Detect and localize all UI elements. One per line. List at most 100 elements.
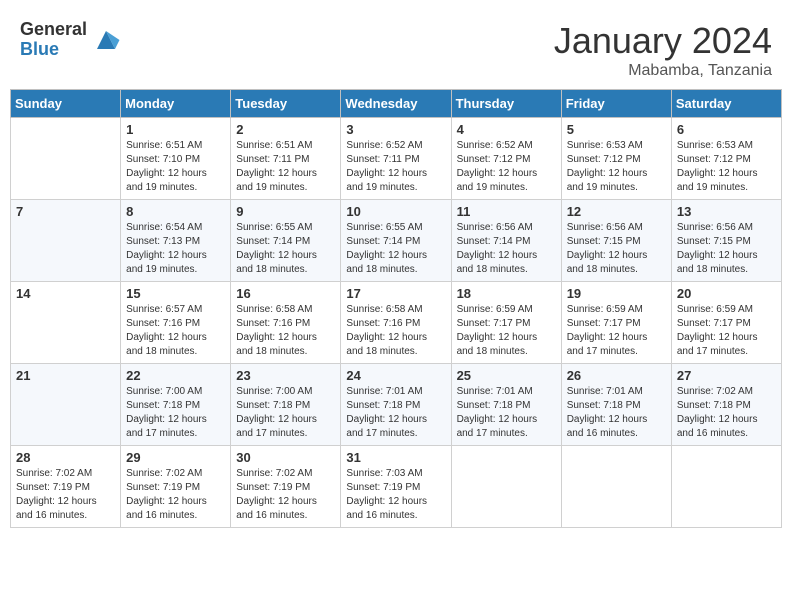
day-number: 24 [346,368,445,383]
calendar-day-cell: 20 Sunrise: 6:59 AMSunset: 7:17 PMDayligh… [671,282,781,364]
day-info: Sunrise: 6:55 AMSunset: 7:14 PMDaylight:… [236,221,335,277]
day-number: 26 [567,368,666,383]
month-title: January 2024 [554,20,772,62]
day-info: Sunrise: 6:56 AMSunset: 7:14 PMDaylight:… [457,221,556,277]
day-number: 30 [236,450,335,465]
day-of-week-header: Monday [121,90,231,118]
day-info: Sunrise: 6:51 AMSunset: 7:11 PMDaylight:… [236,139,335,195]
calendar-day-cell: 8Sunrise: 6:54 AMSunset: 7:13 PMDaylight… [121,200,231,282]
day-info: Sunrise: 7:01 AMSunset: 7:18 PMDaylight:… [457,385,556,441]
calendar-day-cell: 3 Sunrise: 6:52 AMSunset: 7:11 PMDaylight… [341,118,451,200]
day-number: 29 [126,450,225,465]
day-number: 31 [346,450,445,465]
calendar-week-row: 14 15 Sunrise: 6:57 AMSunset: 7:16 PMDayli… [11,282,782,364]
day-info: Sunrise: 7:01 AMSunset: 7:18 PMDaylight:… [567,385,666,441]
calendar-day-cell: 13 Sunrise: 6:56 AMSunset: 7:15 PMDayligh… [671,200,781,282]
day-info: Sunrise: 6:51 AMSunset: 7:10 PMDaylight:… [126,139,225,195]
day-info: Sunrise: 6:52 AMSunset: 7:11 PMDaylight:… [346,139,445,195]
calendar-day-cell: 1 Sunrise: 6:51 AMSunset: 7:10 PMDaylight… [121,118,231,200]
calendar-day-cell: 17 Sunrise: 6:58 AMSunset: 7:16 PMDayligh… [341,282,451,364]
calendar-day-cell: 10 Sunrise: 6:55 AMSunset: 7:14 PMDayligh… [341,200,451,282]
day-info: Sunrise: 6:56 AMSunset: 7:15 PMDaylight:… [567,221,666,277]
day-number: 20 [677,286,776,301]
day-number: 22 [126,368,225,383]
calendar-day-cell: 19 Sunrise: 6:59 AMSunset: 7:17 PMDayligh… [561,282,671,364]
calendar-day-cell: 27 Sunrise: 7:02 AMSunset: 7:18 PMDayligh… [671,364,781,446]
day-info: Sunrise: 7:02 AMSunset: 7:18 PMDaylight:… [677,385,776,441]
calendar-day-cell: 21 [11,364,121,446]
location-subtitle: Mabamba, Tanzania [554,62,772,80]
day-number: 1 [126,122,225,137]
day-number: 2 [236,122,335,137]
day-info: Sunrise: 7:01 AMSunset: 7:18 PMDaylight:… [346,385,445,441]
day-of-week-header: Friday [561,90,671,118]
calendar-day-cell [11,118,121,200]
calendar-day-cell: 16Sunrise: 6:58 AMSunset: 7:16 PMDayligh… [231,282,341,364]
calendar-day-cell: 25 Sunrise: 7:01 AMSunset: 7:18 PMDayligh… [451,364,561,446]
calendar-day-cell: 11 Sunrise: 6:56 AMSunset: 7:14 PMDayligh… [451,200,561,282]
day-info: Sunrise: 6:55 AMSunset: 7:14 PMDaylight:… [346,221,445,277]
day-number: 13 [677,204,776,219]
day-of-week-header: Saturday [671,90,781,118]
day-info: Sunrise: 6:58 AMSunset: 7:16 PMDaylight:… [346,303,445,359]
day-of-week-header: Wednesday [341,90,451,118]
day-info: Sunrise: 7:02 AMSunset: 7:19 PMDaylight:… [126,467,225,523]
day-info: Sunrise: 6:53 AMSunset: 7:12 PMDaylight:… [677,139,776,195]
day-number: 7 [16,204,115,219]
day-number: 19 [567,286,666,301]
calendar-week-row: 21 22 Sunrise: 7:00 AMSunset: 7:18 PMDayli… [11,364,782,446]
day-info: Sunrise: 6:58 AMSunset: 7:16 PMDaylight:… [236,303,335,359]
day-number: 9 [236,204,335,219]
calendar-day-cell: 4 Sunrise: 6:52 AMSunset: 7:12 PMDaylight… [451,118,561,200]
day-info: Sunrise: 7:02 AMSunset: 7:19 PMDaylight:… [16,467,115,523]
calendar-day-cell: 6Sunrise: 6:53 AMSunset: 7:12 PMDaylight… [671,118,781,200]
day-number: 4 [457,122,556,137]
day-number: 14 [16,286,115,301]
day-info: Sunrise: 6:59 AMSunset: 7:17 PMDaylight:… [677,303,776,359]
day-number: 5 [567,122,666,137]
calendar-day-cell: 22 Sunrise: 7:00 AMSunset: 7:18 PMDayligh… [121,364,231,446]
calendar-day-cell: 12Sunrise: 6:56 AMSunset: 7:15 PMDayligh… [561,200,671,282]
calendar-day-cell: 28 Sunrise: 7:02 AMSunset: 7:19 PMDayligh… [11,446,121,528]
day-number: 25 [457,368,556,383]
calendar-day-cell: 15 Sunrise: 6:57 AMSunset: 7:16 PMDayligh… [121,282,231,364]
day-number: 3 [346,122,445,137]
calendar-day-cell: 26 Sunrise: 7:01 AMSunset: 7:18 PMDayligh… [561,364,671,446]
day-number: 11 [457,204,556,219]
day-number: 15 [126,286,225,301]
day-info: Sunrise: 7:03 AMSunset: 7:19 PMDaylight:… [346,467,445,523]
calendar-day-cell: 23Sunrise: 7:00 AMSunset: 7:18 PMDayligh… [231,364,341,446]
calendar-day-cell: 31 Sunrise: 7:03 AMSunset: 7:19 PMDayligh… [341,446,451,528]
day-info: Sunrise: 6:59 AMSunset: 7:17 PMDaylight:… [457,303,556,359]
day-info: Sunrise: 7:00 AMSunset: 7:18 PMDaylight:… [126,385,225,441]
logo: General Blue [20,20,121,60]
logo-blue: Blue [20,40,87,60]
calendar-day-cell: 24 Sunrise: 7:01 AMSunset: 7:18 PMDayligh… [341,364,451,446]
logo-general: General [20,20,87,40]
calendar-day-cell: 14 [11,282,121,364]
day-info: Sunrise: 7:00 AMSunset: 7:18 PMDaylight:… [236,385,335,441]
day-info: Sunrise: 6:52 AMSunset: 7:12 PMDaylight:… [457,139,556,195]
title-section: January 2024 Mabamba, Tanzania [554,20,772,80]
day-number: 21 [16,368,115,383]
day-number: 10 [346,204,445,219]
day-number: 18 [457,286,556,301]
calendar-header-row: SundayMondayTuesdayWednesdayThursdayFrid… [11,90,782,118]
day-number: 28 [16,450,115,465]
calendar-day-cell [451,446,561,528]
day-info: Sunrise: 6:54 AMSunset: 7:13 PMDaylight:… [126,221,225,277]
day-of-week-header: Sunday [11,90,121,118]
day-info: Sunrise: 6:56 AMSunset: 7:15 PMDaylight:… [677,221,776,277]
day-info: Sunrise: 6:59 AMSunset: 7:17 PMDaylight:… [567,303,666,359]
calendar-day-cell: 5Sunrise: 6:53 AMSunset: 7:12 PMDaylight… [561,118,671,200]
calendar-day-cell: 18 Sunrise: 6:59 AMSunset: 7:17 PMDayligh… [451,282,561,364]
day-number: 17 [346,286,445,301]
calendar-week-row: 1 Sunrise: 6:51 AMSunset: 7:10 PMDaylight… [11,118,782,200]
day-of-week-header: Thursday [451,90,561,118]
logo-icon [91,25,121,55]
calendar-day-cell [671,446,781,528]
calendar-day-cell: 7 [11,200,121,282]
day-number: 27 [677,368,776,383]
calendar-week-row: 28 Sunrise: 7:02 AMSunset: 7:19 PMDayligh… [11,446,782,528]
day-info: Sunrise: 6:57 AMSunset: 7:16 PMDaylight:… [126,303,225,359]
